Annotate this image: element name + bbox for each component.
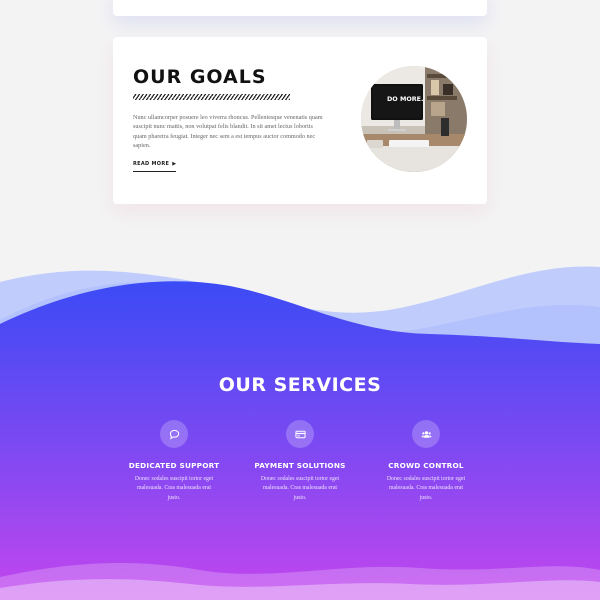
read-more-link[interactable]: READ MORE ▶	[133, 161, 176, 172]
service-title: CROWD CONTROL	[388, 461, 464, 470]
photo-screen-text: DO MORE.	[387, 95, 423, 103]
service-dedicated-support: DEDICATED SUPPORT Donec sodales suscipit…	[114, 420, 234, 503]
chat-icon	[169, 429, 179, 440]
previous-card	[113, 0, 487, 16]
goals-card: OUR GOALS Nunc ullamcorper posuere leo v…	[113, 37, 487, 204]
service-description: Donec sodales suscipit tortor eget males…	[260, 476, 340, 501]
workspace-photo: DO MORE.	[361, 66, 467, 172]
service-icon-circle	[412, 420, 440, 448]
services-section: OUR SERVICES DEDICATED SUPPORT Donec sod…	[0, 262, 600, 600]
service-title: PAYMENT SOLUTIONS	[254, 461, 346, 470]
service-icon-circle	[286, 420, 314, 448]
service-title: DEDICATED SUPPORT	[128, 461, 220, 470]
credit-card-icon	[294, 430, 306, 438]
goals-hatch-divider	[133, 94, 290, 100]
service-payment-solutions: PAYMENT SOLUTIONS Donec sodales suscipit…	[240, 420, 360, 503]
goals-body-text: Nunc ullamcorper posuere leo viverra rho…	[133, 114, 323, 149]
service-description: Donec sodales suscipit tortor eget males…	[134, 476, 214, 501]
service-description: Donec sodales suscipit tortor eget males…	[386, 476, 466, 501]
goals-title: OUR GOALS	[133, 66, 267, 88]
read-more-label: READ MORE	[133, 161, 170, 167]
service-crowd-control: CROWD CONTROL Donec sodales suscipit tor…	[366, 420, 486, 503]
services-title: OUR SERVICES	[218, 374, 382, 396]
users-icon	[421, 430, 431, 438]
service-icon-circle	[160, 420, 188, 448]
caret-right-icon: ▶	[172, 161, 177, 167]
